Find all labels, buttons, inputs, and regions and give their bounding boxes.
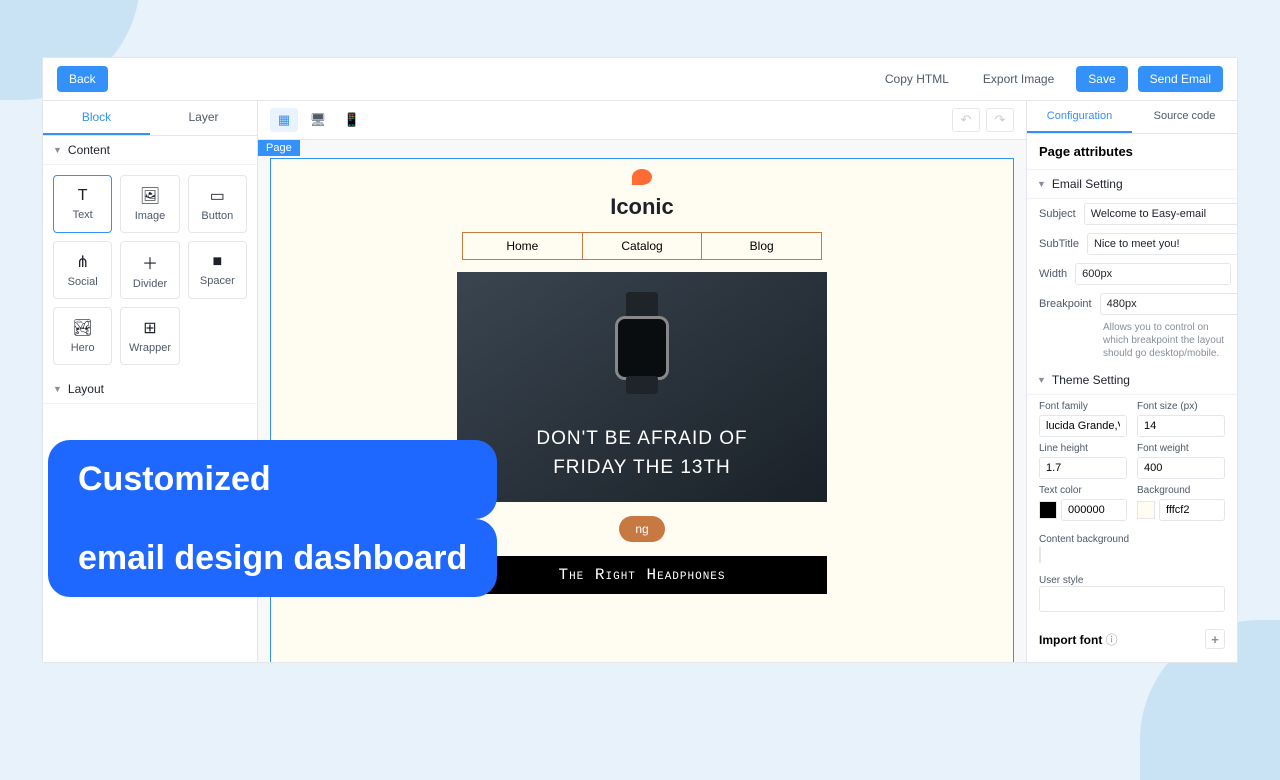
label-line-height: Line height xyxy=(1039,443,1127,454)
speech-bubble-icon xyxy=(632,169,652,185)
input-subject[interactable] xyxy=(1084,203,1238,225)
input-text-color[interactable] xyxy=(1061,499,1127,521)
button-icon: ▭ xyxy=(210,186,225,206)
block-divider[interactable]: ＋Divider xyxy=(120,241,179,299)
section-theme-setting[interactable]: ▼ Theme Setting xyxy=(1027,366,1237,395)
panel-title: Page attributes xyxy=(1027,134,1237,170)
device-bar: ▦ 🖥 📱 ↶ ↷ xyxy=(258,101,1026,140)
tab-configuration[interactable]: Configuration xyxy=(1027,101,1132,133)
block-social[interactable]: ⋔Social xyxy=(53,241,112,299)
nav-blog[interactable]: Blog xyxy=(702,233,821,259)
block-spacer[interactable]: ■Spacer xyxy=(188,241,247,299)
section-content[interactable]: ▼ Content xyxy=(43,136,257,165)
block-image[interactable]: 🖼Image xyxy=(120,175,179,233)
input-line-height[interactable] xyxy=(1039,457,1127,479)
chevron-down-icon: ▼ xyxy=(1037,179,1046,189)
label-subtitle: SubTitle xyxy=(1039,238,1079,250)
label-subject: Subject xyxy=(1039,208,1076,220)
export-image-button[interactable]: Export Image xyxy=(971,66,1066,92)
section-layout-label: Layout xyxy=(68,382,104,396)
hero-block[interactable]: Don't be afraid of Friday the 13th xyxy=(457,272,827,502)
device-desktop-button[interactable]: 🖥 xyxy=(304,108,332,132)
text-icon: T xyxy=(78,187,88,205)
input-background[interactable] xyxy=(1159,499,1225,521)
redo-button[interactable]: ↷ xyxy=(986,108,1014,132)
history-controls: ↶ ↷ xyxy=(952,108,1014,132)
chevron-down-icon: ▼ xyxy=(53,384,62,394)
device-edit-button[interactable]: ▦ xyxy=(270,108,298,132)
social-icon: ⋔ xyxy=(76,252,89,272)
label-user-style: User style xyxy=(1039,575,1083,586)
overlay-line1: Customized xyxy=(48,440,497,519)
input-breakpoint[interactable] xyxy=(1100,293,1238,315)
input-user-style[interactable] xyxy=(1039,586,1225,612)
chevron-down-icon: ▼ xyxy=(1037,375,1046,385)
block-button[interactable]: ▭Button xyxy=(188,175,247,233)
block-hero[interactable]: 🏞Hero xyxy=(53,307,112,365)
label-width: Width xyxy=(1039,268,1067,280)
right-tabs: Configuration Source code xyxy=(1027,101,1237,134)
input-font-family[interactable] xyxy=(1039,415,1127,437)
top-toolbar: Back Copy HTML Export Image Save Send Em… xyxy=(43,58,1237,101)
left-tabs: Block Layer xyxy=(43,101,257,136)
input-font-size[interactable] xyxy=(1137,415,1225,437)
image-icon: 🖼 xyxy=(140,186,160,206)
smartwatch-image xyxy=(615,316,669,380)
label-background: Background xyxy=(1137,485,1225,496)
email-nav: Home Catalog Blog xyxy=(462,232,822,260)
label-content-bg: Content background xyxy=(1039,534,1129,545)
back-button[interactable]: Back xyxy=(57,66,108,92)
hero-icon: 🏞 xyxy=(73,318,93,338)
chevron-down-icon: ▼ xyxy=(53,145,62,155)
device-mobile-button[interactable]: 📱 xyxy=(338,108,366,132)
headphones-banner[interactable]: The Right Headphones xyxy=(457,556,827,594)
label-font-family: Font family xyxy=(1039,401,1127,412)
input-subtitle[interactable] xyxy=(1087,233,1238,255)
label-text-color: Text color xyxy=(1039,485,1127,496)
tab-source-code[interactable]: Source code xyxy=(1132,101,1237,133)
save-button[interactable]: Save xyxy=(1076,66,1127,92)
right-sidebar: Configuration Source code Page attribute… xyxy=(1027,101,1237,662)
label-import-font: Import font ⓘ xyxy=(1039,631,1118,648)
page-tag[interactable]: Page xyxy=(258,140,300,156)
watch-strap-bottom xyxy=(626,376,658,394)
nav-home[interactable]: Home xyxy=(463,233,583,259)
content-bg-swatch[interactable] xyxy=(1039,547,1041,563)
block-wrapper[interactable]: ⊞Wrapper xyxy=(120,307,179,365)
info-icon: ⓘ xyxy=(1106,633,1118,647)
overlay-line2: email design dashboard xyxy=(48,519,497,598)
undo-button[interactable]: ↶ xyxy=(952,108,980,132)
hero-headline: Don't be afraid of Friday the 13th xyxy=(536,425,747,482)
divider-icon: ＋ xyxy=(142,250,158,274)
send-email-button[interactable]: Send Email xyxy=(1138,66,1223,92)
nav-catalog[interactable]: Catalog xyxy=(583,233,703,259)
text-color-swatch[interactable] xyxy=(1039,501,1057,519)
label-breakpoint: Breakpoint xyxy=(1039,298,1092,310)
marketing-overlay: Customized email design dashboard xyxy=(48,440,497,597)
label-font-weight: Font weight xyxy=(1137,443,1225,454)
section-layout[interactable]: ▼ Layout xyxy=(43,375,257,404)
watch-strap-top xyxy=(626,292,658,318)
spacer-icon: ■ xyxy=(212,253,222,271)
copy-html-button[interactable]: Copy HTML xyxy=(873,66,961,92)
section-email-setting[interactable]: ▼ Email Setting xyxy=(1027,170,1237,199)
label-font-size: Font size (px) xyxy=(1137,401,1225,412)
cta-button[interactable]: ng xyxy=(619,516,664,542)
input-width[interactable] xyxy=(1075,263,1231,285)
email-logo xyxy=(271,159,1013,190)
tab-block[interactable]: Block xyxy=(43,101,150,135)
wrapper-icon: ⊞ xyxy=(143,318,156,338)
block-text[interactable]: TText xyxy=(53,175,112,233)
input-font-weight[interactable] xyxy=(1137,457,1225,479)
email-brand-title: Iconic xyxy=(271,194,1013,220)
add-font-button[interactable]: + xyxy=(1205,629,1225,649)
tab-layer[interactable]: Layer xyxy=(150,101,257,135)
breakpoint-helper: Allows you to control on which breakpoin… xyxy=(1027,319,1237,366)
bg-color-swatch[interactable] xyxy=(1137,501,1155,519)
block-grid: TText 🖼Image ▭Button ⋔Social ＋Divider ■S… xyxy=(43,165,257,375)
section-content-label: Content xyxy=(68,143,110,157)
